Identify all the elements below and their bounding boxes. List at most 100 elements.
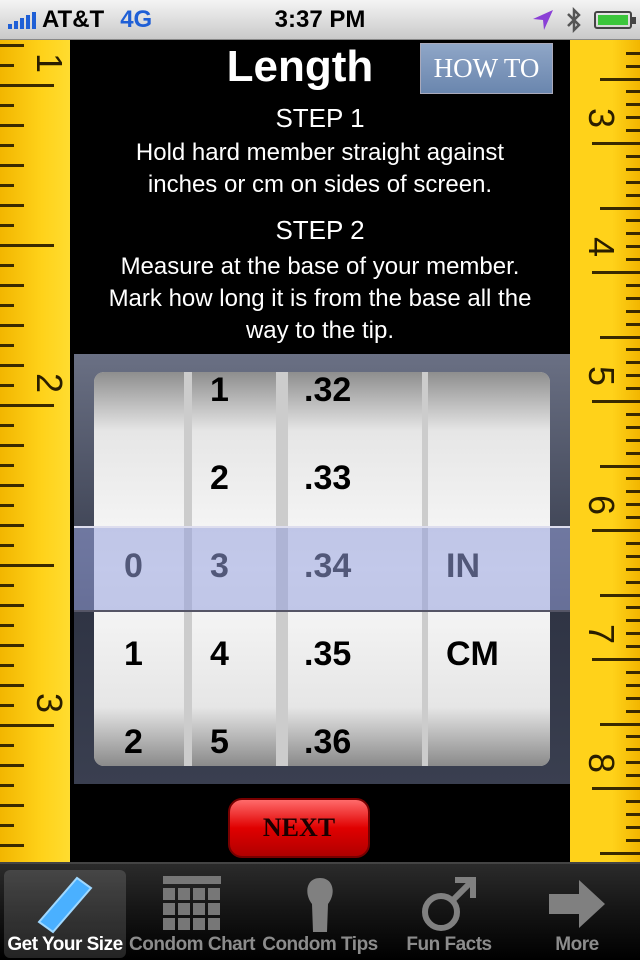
cm-ruler: 3 4 5 6 7 8 [570, 40, 640, 862]
ruler-tick [0, 524, 24, 527]
ruler-tick [0, 264, 14, 267]
tab-bar: Get Your Size Condom Chart Condom Tips F… [0, 862, 640, 960]
ruler-tick [626, 258, 640, 262]
ruler-tick [0, 824, 14, 827]
tab-label: More [555, 934, 599, 955]
ruler-tick [600, 335, 640, 339]
ruler-tick [0, 304, 14, 307]
how-to-button[interactable]: HOW TO [420, 43, 553, 94]
location-icon [533, 9, 553, 30]
ruler-tick [626, 219, 640, 223]
ruler-tick [0, 344, 14, 347]
ruler-tick [0, 784, 14, 787]
ruler-tick [0, 844, 24, 847]
ruler-tick [0, 744, 14, 747]
step1-line2: inches or cm on sides of screen. [147, 171, 493, 198]
ruler-tick [0, 224, 14, 227]
ruler-tick [626, 232, 640, 236]
tab-condom-tips[interactable]: Condom Tips [259, 870, 381, 958]
picker-value[interactable]: CM [428, 634, 550, 674]
ruler-tick [0, 284, 24, 287]
ruler-tick [0, 464, 14, 467]
picker-value[interactable]: 1 [192, 372, 276, 410]
cm-number: 7 [581, 623, 622, 645]
picker-selection-bar [74, 526, 570, 612]
picker-value[interactable]: 5 [192, 722, 276, 762]
tab-get-your-size[interactable]: Get Your Size [4, 870, 126, 958]
picker-value[interactable]: 2 [192, 458, 276, 498]
picker-value[interactable]: 2 [94, 722, 184, 762]
ruler-tick [626, 580, 640, 584]
ruler-tick [0, 384, 14, 387]
bulb-icon [307, 878, 333, 932]
ruler-tick [626, 825, 640, 829]
ruler-tick [0, 64, 14, 67]
ruler-tick [626, 748, 640, 752]
battery-icon [594, 10, 636, 29]
step2-line3: way to the tip. [245, 317, 395, 344]
inch-ruler: 1 2 3 [0, 40, 70, 862]
ruler-tick [626, 761, 640, 765]
next-button[interactable]: NEXT [228, 798, 370, 858]
ruler-tick [626, 438, 640, 442]
ruler-tick [0, 684, 24, 687]
picker-value[interactable]: .33 [288, 458, 422, 498]
picker-value[interactable]: .36 [288, 722, 422, 762]
tab-condom-chart[interactable]: Condom Chart [129, 870, 255, 958]
tab-more[interactable]: More [516, 870, 638, 958]
ruler-tick [626, 64, 640, 68]
ruler-tick [626, 490, 640, 494]
ruler-tick [626, 645, 640, 649]
ruler-tick [0, 564, 54, 567]
tab-fun-facts[interactable]: Fun Facts [388, 870, 510, 958]
ruler-tick [626, 838, 640, 842]
ruler-tick [626, 348, 640, 352]
ruler-tick [0, 124, 24, 127]
ruler-tick [626, 387, 640, 391]
ruler-tick [626, 412, 640, 416]
ruler-tick [626, 129, 640, 133]
cm-number: 3 [581, 107, 622, 129]
length-picker[interactable]: 01212345.32.33.34.35.36INCM [74, 354, 570, 784]
ruler-tick [0, 504, 14, 507]
ruler-tick [600, 593, 640, 597]
ruler-tick [0, 164, 24, 167]
ruler-tick [600, 206, 640, 210]
ruler-tick [626, 374, 640, 378]
picker-value[interactable]: 1 [94, 634, 184, 674]
ruler-tick [626, 683, 640, 687]
ruler-tick [0, 764, 24, 767]
step2-title: STEP 2 [275, 215, 365, 245]
ruler-tick [626, 167, 640, 171]
inch-number: 3 [29, 692, 70, 714]
ruler-tick [592, 658, 640, 661]
inch-number: 2 [29, 372, 70, 394]
bluetooth-icon [567, 6, 581, 33]
cm-number: 5 [581, 365, 622, 387]
ruler-tick [626, 361, 640, 365]
ruler-tick [626, 322, 640, 326]
ruler-tick [600, 464, 640, 468]
ruler-tick [0, 804, 24, 807]
picker-value[interactable]: .32 [288, 372, 422, 410]
ruler-tick [626, 709, 640, 713]
tab-label: Fun Facts [406, 934, 492, 955]
picker-value[interactable]: .35 [288, 634, 422, 674]
ruler-tick [626, 309, 640, 313]
ruler-tick [0, 484, 24, 487]
picker-value[interactable]: 4 [192, 634, 276, 674]
ruler-tick [0, 644, 24, 647]
ruler-tick [592, 529, 640, 532]
ruler-tick [0, 624, 14, 627]
ruler-tick [626, 193, 640, 197]
ruler-tick [0, 44, 24, 47]
ruler-tick [626, 180, 640, 184]
ruler-tick [0, 104, 14, 107]
ruler-tick [0, 244, 54, 247]
cm-number: 4 [581, 236, 622, 258]
ruler-tick [0, 404, 54, 407]
ruler-tick [0, 424, 14, 427]
ruler-tick [626, 799, 640, 803]
ruler-tick [0, 184, 14, 187]
ruler-tick [626, 696, 640, 700]
